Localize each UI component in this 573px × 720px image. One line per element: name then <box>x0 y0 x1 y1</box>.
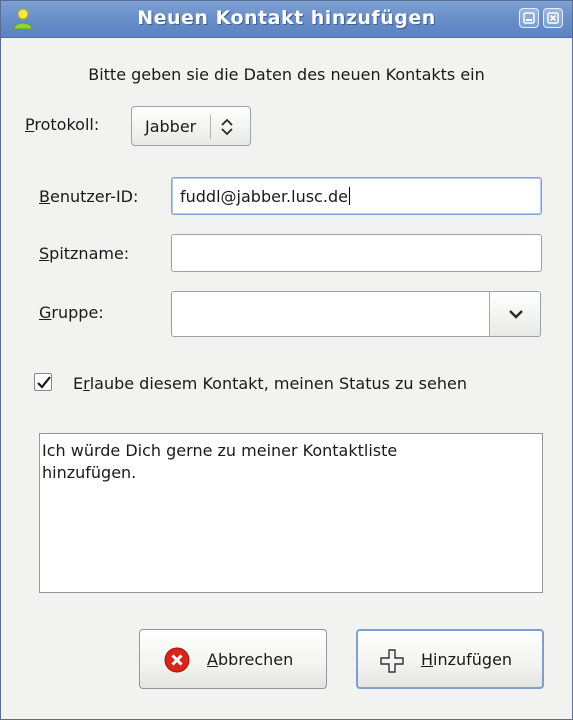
cancel-mnemonic: A <box>207 650 218 669</box>
message-textarea[interactable]: Ich würde Dich gerne zu meiner Kontaktli… <box>39 433 543 593</box>
add-icon <box>378 647 406 679</box>
group-label-rest: ruppe: <box>51 303 104 322</box>
user-id-label-mnemonic: B <box>39 187 50 206</box>
allow-status-checkbox[interactable] <box>34 373 52 391</box>
protocol-label: Protokoll: <box>25 115 99 134</box>
allow-status-label-before: E <box>73 374 84 393</box>
add-button[interactable]: Hinzufügen <box>356 629 544 689</box>
allow-status-label-mnemonic: r <box>83 374 90 393</box>
minimize-icon <box>523 12 535 24</box>
nickname-input[interactable] <box>171 234 542 272</box>
group-label: Gruppe: <box>39 303 104 322</box>
protocol-label-mnemonic: P <box>25 115 35 134</box>
add-mnemonic: H <box>421 650 434 669</box>
allow-status-label[interactable]: Erlaube diesem Kontakt, meinen Status zu… <box>73 374 467 393</box>
window-title: Neuen Kontakt hinzufügen <box>137 7 436 29</box>
checkmark-icon <box>37 376 51 389</box>
user-id-value: fuddl@jabber.lusc.de <box>180 187 348 206</box>
add-label-rest: inzufügen <box>433 650 513 669</box>
group-dropdown-button[interactable] <box>489 291 541 337</box>
protocol-separator <box>210 115 211 139</box>
text-cursor <box>348 187 350 205</box>
cancel-button-label: Abbrechen <box>207 650 293 669</box>
protocol-select[interactable]: Jabber <box>131 106 251 146</box>
intro-text: Bitte geben sie die Daten des neuen Kont… <box>88 65 485 84</box>
protocol-label-rest: rotokoll: <box>34 115 100 134</box>
cancel-label-rest: bbrechen <box>217 650 294 669</box>
cancel-button[interactable]: Abbrechen <box>139 629 327 689</box>
add-contact-dialog: Neuen Kontakt hinzufügen Bitte geben sie… <box>0 0 573 720</box>
title-bar[interactable]: Neuen Kontakt hinzufügen <box>1 1 572 38</box>
user-id-label-rest: enutzer-ID: <box>49 187 139 206</box>
protocol-value: Jabber <box>145 117 197 136</box>
allow-status-label-rest: laube diesem Kontakt, meinen Status zu s… <box>89 374 467 393</box>
add-button-label: Hinzufügen <box>421 650 512 669</box>
message-text: Ich würde Dich gerne zu meiner Kontaktli… <box>42 441 398 482</box>
user-id-input[interactable]: fuddl@jabber.lusc.de <box>171 177 542 215</box>
user-id-label: Benutzer-ID: <box>39 187 138 206</box>
group-combo-entry[interactable] <box>171 291 491 337</box>
cancel-icon <box>164 647 190 677</box>
close-icon <box>547 12 559 24</box>
minimize-button[interactable] <box>519 8 539 28</box>
group-label-mnemonic: G <box>39 303 52 322</box>
nickname-label: Spitzname: <box>39 244 129 263</box>
close-window-button[interactable] <box>543 8 563 28</box>
nickname-label-mnemonic: S <box>39 244 50 263</box>
nickname-label-rest: pitzname: <box>49 244 130 263</box>
updown-arrows-icon <box>221 118 233 136</box>
chevron-down-icon <box>509 310 523 319</box>
